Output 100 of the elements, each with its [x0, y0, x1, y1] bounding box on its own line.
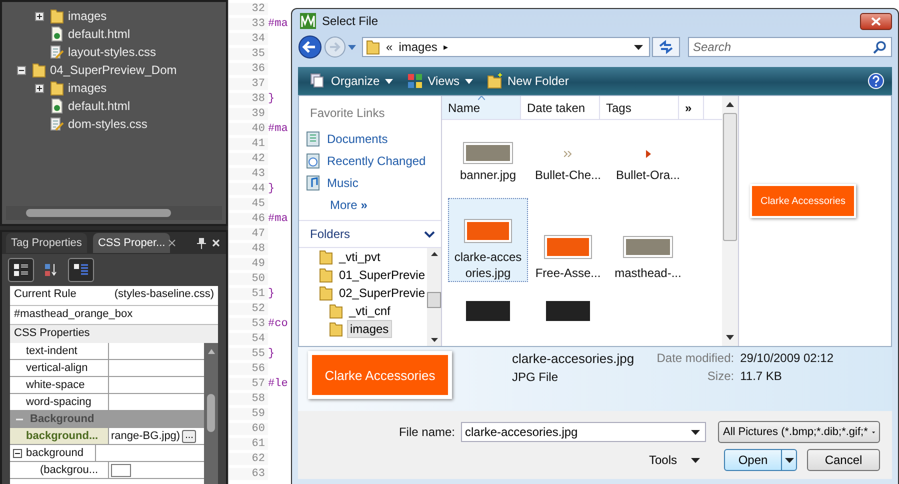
- favorite-link[interactable]: Music: [327, 176, 358, 190]
- scroll-down-icon[interactable]: [430, 338, 438, 342]
- folder-item[interactable]: 02_SuperPrevie: [336, 285, 427, 301]
- caret-icon[interactable]: [691, 458, 700, 462]
- close-button[interactable]: [860, 12, 892, 30]
- panel-tab[interactable]: Tag Properties: [6, 233, 87, 253]
- file-item[interactable]: banner.jpg: [448, 144, 528, 184]
- color-swatch[interactable]: [111, 464, 131, 476]
- address-bar[interactable]: « images ▸: [362, 37, 650, 57]
- property-name[interactable]: word-spacing: [26, 396, 92, 408]
- views-button[interactable]: Views: [402, 73, 476, 89]
- history-caret-icon[interactable]: [348, 44, 356, 50]
- expand-toggle-icon[interactable]: [35, 84, 44, 92]
- expand-toggle-icon[interactable]: [17, 66, 26, 74]
- more-link[interactable]: More »: [330, 198, 368, 212]
- caret-icon[interactable]: [384, 78, 393, 84]
- tree-item[interactable]: images: [68, 9, 107, 23]
- tree-item[interactable]: 04_SuperPreview_Dom: [50, 63, 177, 77]
- scroll-thumb[interactable]: [723, 113, 737, 241]
- property-name[interactable]: text-indent: [26, 345, 78, 357]
- window-title: Select File: [322, 14, 378, 28]
- scroll-thumb[interactable]: [26, 209, 171, 217]
- property-value: range-BG.jpg): [111, 430, 180, 442]
- browse-button[interactable]: ...: [182, 430, 196, 442]
- tree-item[interactable]: dom-styles.css: [68, 117, 148, 131]
- property-name[interactable]: white-space: [26, 379, 85, 391]
- column-header[interactable]: Tags: [600, 96, 679, 119]
- new-folder-icon[interactable]: [486, 73, 502, 89]
- file-item[interactable]: Bullet-Che...: [528, 144, 608, 184]
- file-item[interactable]: clarke-acces ories.jpg: [448, 198, 528, 282]
- scroll-up-icon[interactable]: [430, 252, 438, 256]
- folder-item[interactable]: _vti_cnf: [347, 303, 392, 319]
- property-name[interactable]: vertical-align: [26, 362, 88, 374]
- pages-icon[interactable]: [310, 73, 326, 89]
- scroll-thumb[interactable]: [207, 394, 215, 432]
- cancel-button[interactable]: Cancel: [807, 449, 880, 471]
- panel-tab[interactable]: CSS Proper...: [92, 233, 170, 253]
- field-value: 11.7 KB: [740, 369, 782, 383]
- line-number: 57: [229, 378, 268, 390]
- more-columns-button[interactable]: »: [679, 96, 704, 119]
- refresh-icon[interactable]: [658, 40, 674, 54]
- tree-item[interactable]: default.html: [68, 99, 130, 113]
- dropdown-caret-icon[interactable]: [634, 44, 643, 50]
- folder-icon: [319, 285, 333, 301]
- refresh-button[interactable]: [652, 37, 680, 57]
- file-item[interactable]: Bullet-Ora...: [608, 144, 688, 184]
- view-toggle-button[interactable]: [68, 258, 94, 282]
- folder-item[interactable]: images: [347, 320, 392, 338]
- current-rule-label: Current Rule: [14, 288, 76, 302]
- categorized-icon[interactable]: [13, 263, 29, 277]
- sort-icon[interactable]: [43, 263, 59, 277]
- dropdown-caret-icon[interactable]: [691, 430, 700, 435]
- line-number: 59: [229, 408, 268, 420]
- line-number: 60: [229, 422, 268, 434]
- tree-item[interactable]: layout-styles.css: [68, 45, 156, 59]
- collapse-toggle-icon[interactable]: [13, 448, 22, 458]
- file-type-dropdown[interactable]: All Pictures (*.bmp;*.dib;*.gif;*: [718, 421, 880, 443]
- folders-heading[interactable]: Folders: [310, 227, 350, 241]
- field-value: 29/10/2009 02:12: [740, 351, 834, 365]
- horizontal-scrollbar[interactable]: [6, 206, 222, 220]
- pin-icon[interactable]: [197, 238, 206, 248]
- tree-item[interactable]: default.html: [68, 27, 130, 41]
- photo-placeholder: [466, 301, 510, 321]
- column-header[interactable]: Name: [442, 96, 521, 119]
- view-toggle-button[interactable]: [8, 258, 34, 282]
- favorite-link[interactable]: Recently Changed: [327, 154, 426, 168]
- close-icon[interactable]: [212, 239, 220, 247]
- file-name-field[interactable]: clarke-accesories.jpg: [461, 422, 706, 442]
- back-icon[interactable]: [298, 35, 322, 59]
- caret-icon[interactable]: [784, 458, 794, 462]
- open-button[interactable]: Open: [724, 449, 797, 471]
- file-item[interactable]: masthead-...: [608, 198, 688, 282]
- line-number: 49: [229, 258, 268, 270]
- search-field[interactable]: Search: [688, 37, 892, 57]
- list-icon[interactable]: [73, 263, 89, 277]
- chevron-down-icon[interactable]: [424, 230, 435, 238]
- scroll-thumb[interactable]: [427, 292, 441, 308]
- folder-item[interactable]: _vti_pvt: [337, 249, 382, 265]
- scroll-down-icon[interactable]: [726, 335, 734, 340]
- scroll-up-icon[interactable]: [726, 102, 734, 107]
- field-label: Size:: [706, 369, 734, 383]
- vertical-scrollbar[interactable]: [722, 96, 738, 346]
- property-name[interactable]: background: [26, 447, 84, 459]
- column-header[interactable]: Date taken: [521, 96, 600, 119]
- tools-menu-button[interactable]: Tools: [642, 452, 706, 468]
- grid-icon[interactable]: [406, 73, 423, 89]
- caret-icon[interactable]: [464, 78, 472, 84]
- expand-toggle-icon[interactable]: [35, 12, 44, 20]
- help-icon[interactable]: [868, 73, 884, 89]
- search-icon[interactable]: [873, 40, 887, 54]
- file-item[interactable]: Free-Asse...: [528, 198, 608, 282]
- organize-button[interactable]: Organize: [306, 73, 397, 89]
- tree-item[interactable]: images: [68, 81, 107, 95]
- favorite-link[interactable]: Documents: [327, 132, 388, 146]
- vertical-scrollbar[interactable]: [204, 343, 218, 484]
- vertical-scrollbar[interactable]: [427, 248, 441, 346]
- property-name[interactable]: (backgrou...: [40, 464, 98, 476]
- folder-item[interactable]: 01_SuperPrevie: [336, 267, 427, 283]
- new-folder-button[interactable]: New Folder: [482, 73, 573, 89]
- close-tab-icon[interactable]: [168, 239, 176, 247]
